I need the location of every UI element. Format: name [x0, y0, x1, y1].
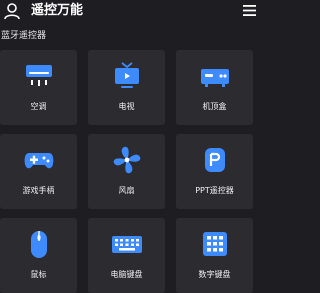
tile-ppt-remote[interactable]: PPT遥控器	[176, 134, 253, 209]
tv-icon	[115, 62, 139, 88]
tile-label: 空调	[30, 102, 47, 111]
tile-keyboard[interactable]: 电脑键盘	[88, 218, 165, 293]
tile-label: 数字键盘	[198, 270, 231, 279]
tile-set-top-box[interactable]: 机顶盒	[176, 50, 253, 125]
tile-label: 鼠标	[30, 270, 47, 279]
set-top-box-icon	[201, 69, 229, 87]
section-title: 蓝牙遥控器	[1, 31, 47, 41]
air-conditioner-icon	[26, 65, 52, 86]
hamburger-menu-icon[interactable]	[243, 4, 256, 17]
gamepad-icon	[24, 153, 54, 169]
tile-label: PPT遥控器	[195, 186, 234, 195]
keyboard-icon	[112, 236, 142, 253]
tile-numpad[interactable]: 数字键盘	[176, 218, 253, 293]
tile-gamepad[interactable]: 游戏手柄	[0, 134, 77, 209]
tile-label: 游戏手柄	[22, 186, 55, 195]
fan-icon	[113, 146, 141, 174]
tile-air-conditioner[interactable]: 空调	[0, 50, 77, 125]
tile-tv[interactable]: 电视	[88, 50, 165, 125]
tile-fan[interactable]: 风扇	[88, 134, 165, 209]
ppt-remote-icon	[205, 148, 225, 172]
tile-label: 电视	[118, 102, 135, 111]
numpad-icon	[203, 232, 227, 256]
tile-label: 机顶盒	[202, 102, 227, 111]
tile-label: 风扇	[118, 186, 135, 195]
mouse-icon	[31, 231, 47, 258]
top-bar: 遥控万能	[0, 0, 256, 24]
tile-label: 电脑键盘	[110, 270, 143, 279]
tile-mouse[interactable]: 鼠标	[0, 218, 77, 293]
app-title: 遥控万能	[31, 3, 84, 18]
user-avatar-icon[interactable]	[3, 2, 21, 20]
